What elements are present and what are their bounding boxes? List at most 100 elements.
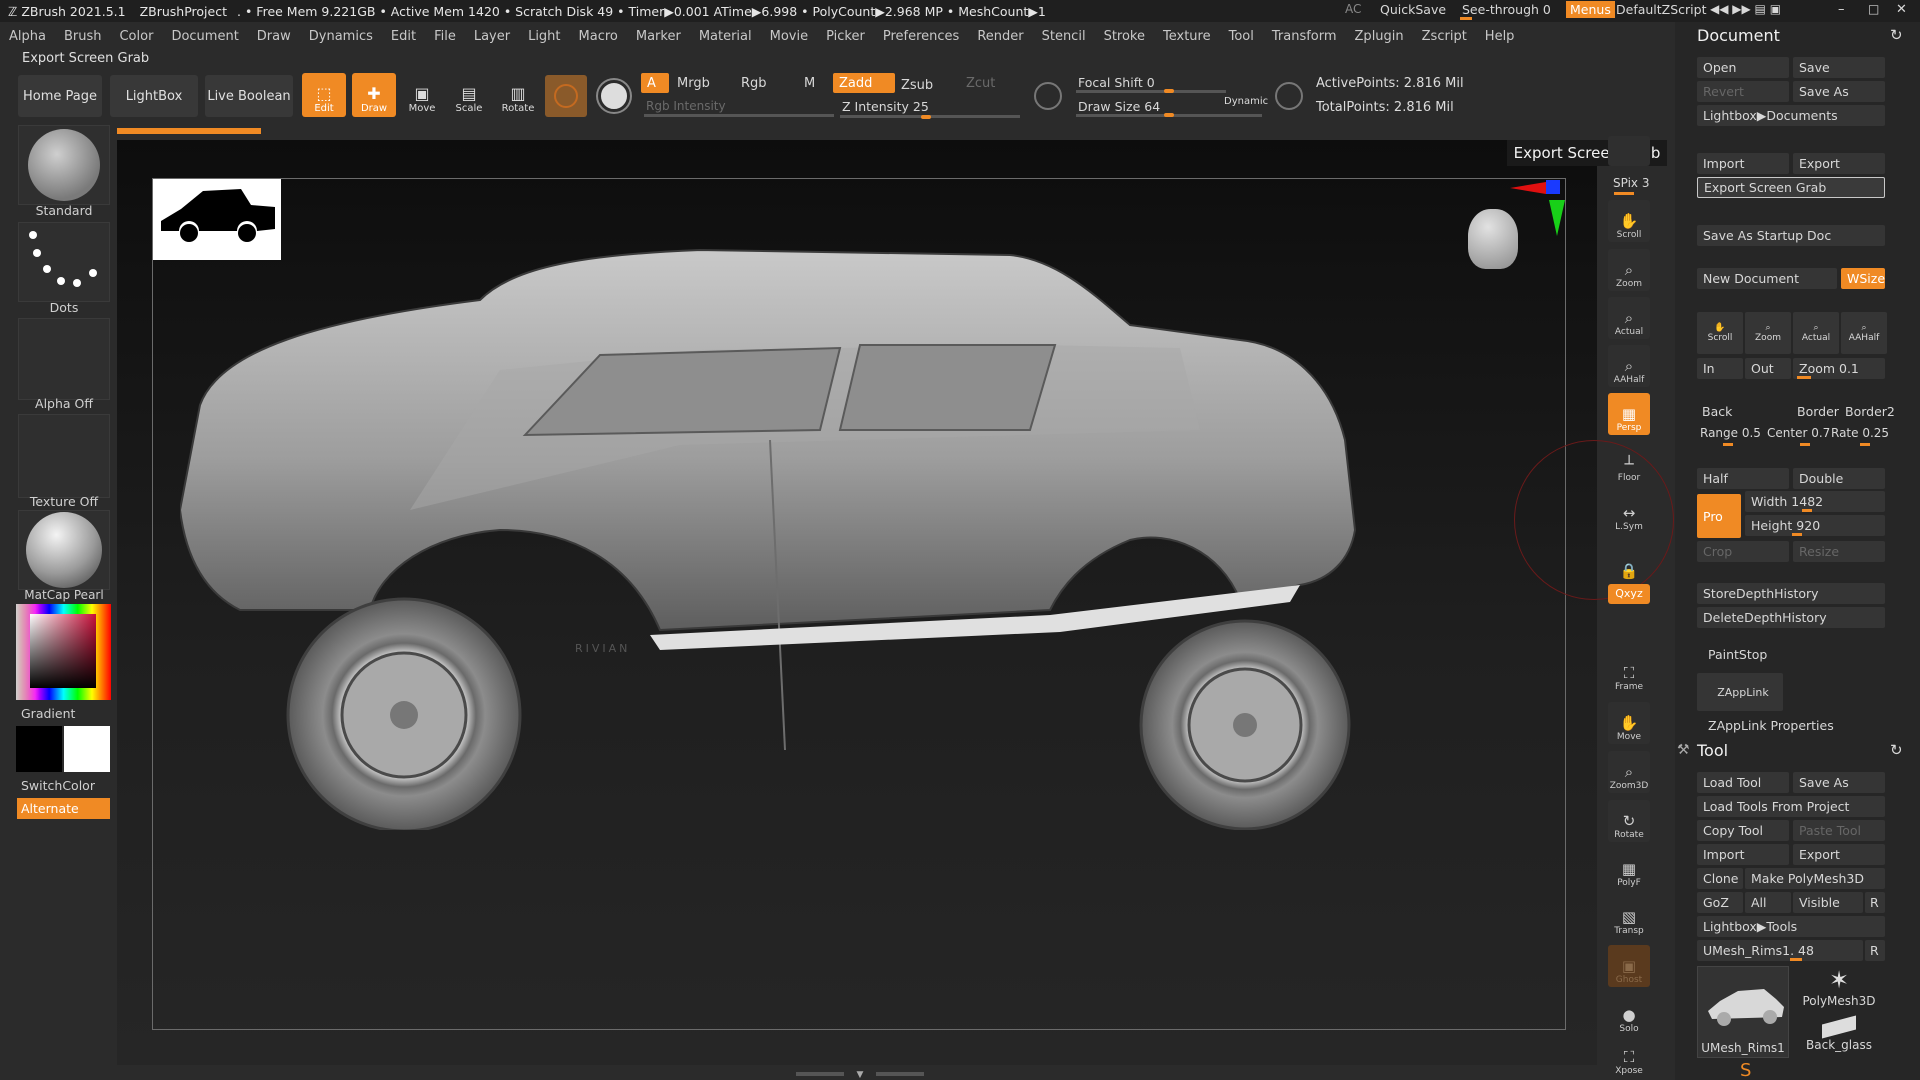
width-knob[interactable]: [1802, 509, 1812, 512]
doc-aahalf-button[interactable]: ⌕ AAHalf: [1841, 312, 1887, 354]
a-toggle[interactable]: A: [641, 73, 669, 93]
menu-draw[interactable]: Draw: [257, 29, 291, 44]
goz-r-button[interactable]: R: [1865, 892, 1885, 913]
aahalf-view-button[interactable]: ⌕ AAHalf: [1608, 345, 1650, 387]
default-zscript-button[interactable]: DefaultZScript: [1616, 2, 1707, 17]
menu-stroke[interactable]: Stroke: [1104, 29, 1145, 44]
color-picker[interactable]: [16, 604, 111, 700]
menu-marker[interactable]: Marker: [636, 29, 681, 44]
menu-zscript[interactable]: Zscript: [1422, 29, 1467, 44]
bpr-button[interactable]: [1608, 136, 1650, 166]
menu-help[interactable]: Help: [1485, 29, 1515, 44]
quicksave-button[interactable]: QuickSave: [1380, 2, 1446, 17]
floor-toggle[interactable]: ┴ Floor: [1608, 443, 1650, 485]
z-intensity-knob[interactable]: [921, 115, 931, 119]
lightbox-tools-button[interactable]: Lightbox▶Tools: [1697, 916, 1885, 937]
delete-depth-history-button[interactable]: DeleteDepthHistory: [1697, 607, 1885, 628]
rgb-sphere-icon[interactable]: [598, 80, 630, 112]
ghost-toggle[interactable]: ▣ Ghost: [1608, 945, 1650, 987]
see-through-slider[interactable]: See-through 0: [1462, 2, 1551, 17]
tool-r-button[interactable]: R: [1865, 940, 1885, 961]
lightbox-documents-button[interactable]: Lightbox▶Documents: [1697, 105, 1885, 126]
zcut-toggle[interactable]: Zcut: [960, 73, 1020, 93]
make-polymesh3d-button[interactable]: Make PolyMesh3D: [1745, 868, 1885, 889]
home-page-button[interactable]: Home Page: [18, 75, 102, 117]
move-mode-button[interactable]: ▣ Move: [400, 73, 444, 117]
menu-texture[interactable]: Texture: [1163, 29, 1211, 44]
mrgb-toggle[interactable]: Mrgb: [671, 73, 729, 93]
half-button[interactable]: Half: [1697, 468, 1789, 489]
doc-zoom-button[interactable]: ⌕ Zoom: [1745, 312, 1791, 354]
menu-dynamics[interactable]: Dynamics: [309, 29, 373, 44]
frame-button[interactable]: ⛶ Frame: [1608, 652, 1650, 694]
document-panel-title[interactable]: Document: [1697, 26, 1780, 45]
rgb-intensity-track[interactable]: [644, 114, 834, 117]
wsize-button[interactable]: WSize: [1841, 268, 1885, 289]
draw-size-knob[interactable]: [1164, 113, 1174, 117]
current-tool-slider[interactable]: UMesh_Rims1. 48: [1697, 940, 1863, 961]
border2-color-button[interactable]: Border2: [1845, 404, 1895, 419]
see-through-knob[interactable]: [1460, 17, 1472, 20]
doc-out-button[interactable]: Out: [1745, 358, 1791, 379]
texture-thumbnail[interactable]: [18, 414, 110, 498]
doc-actual-button[interactable]: ⌕ Actual: [1793, 312, 1839, 354]
spix-knob[interactable]: [1614, 192, 1634, 195]
menu-render[interactable]: Render: [977, 29, 1023, 44]
bottom-tray-toggle[interactable]: ▼: [796, 1071, 924, 1080]
menu-edit[interactable]: Edit: [391, 29, 416, 44]
zapplink-button[interactable]: ZAppLink: [1697, 673, 1783, 711]
document-save-as-button[interactable]: Save As: [1793, 81, 1885, 102]
move-view-button[interactable]: ✋ Move: [1608, 702, 1650, 744]
goz-button[interactable]: GoZ: [1697, 892, 1743, 913]
tool-reset-icon[interactable]: ↻: [1890, 741, 1903, 759]
lightbox-button[interactable]: LightBox: [110, 75, 198, 117]
menu-color[interactable]: Color: [119, 29, 153, 44]
material-thumbnail[interactable]: [18, 510, 110, 590]
load-tools-from-project-button[interactable]: Load Tools From Project: [1697, 796, 1885, 817]
alpha-thumbnail[interactable]: [18, 318, 110, 400]
lazymouse-d-icon[interactable]: [1275, 82, 1303, 110]
tool-thumb-polymesh3d[interactable]: ✶ PolyMesh3D: [1793, 966, 1885, 1016]
pro-toggle[interactable]: Pro: [1697, 494, 1741, 538]
switchcolor-button[interactable]: SwitchColor: [18, 778, 110, 793]
document-import-button[interactable]: Import: [1697, 153, 1789, 174]
center-knob[interactable]: [1800, 443, 1810, 446]
document-export-button[interactable]: Export: [1793, 153, 1885, 174]
stroke-thumbnail[interactable]: [18, 222, 110, 302]
doc-scroll-button[interactable]: ✋ Scroll: [1697, 312, 1743, 354]
polyf-toggle[interactable]: ▦ PolyF: [1608, 848, 1650, 890]
z-intensity-slider[interactable]: Z Intensity 25: [836, 96, 1016, 116]
live-boolean-button[interactable]: Live Boolean: [205, 75, 293, 117]
current-tool-knob[interactable]: [1790, 958, 1802, 961]
scroll-view-button[interactable]: ✋ Scroll: [1608, 200, 1650, 242]
menu-alpha[interactable]: Alpha: [9, 29, 46, 44]
scale-mode-button[interactable]: ▤ Scale: [447, 73, 491, 117]
rotate-view-button[interactable]: ↻ Rotate: [1608, 800, 1650, 842]
doc-zoom-knob[interactable]: [1797, 376, 1811, 379]
color-saturation-square[interactable]: [30, 614, 96, 688]
clone-button[interactable]: Clone: [1697, 868, 1743, 889]
zsub-toggle[interactable]: Zsub: [895, 75, 957, 95]
material-sphere-button[interactable]: [545, 75, 587, 117]
height-slider[interactable]: Height 920: [1745, 515, 1885, 536]
document-revert-button[interactable]: Revert: [1697, 81, 1789, 102]
orientation-gizmo[interactable]: [1462, 205, 1526, 287]
rotate-mode-button[interactable]: ▥ Rotate: [496, 73, 540, 117]
menu-document[interactable]: Document: [171, 29, 238, 44]
menu-macro[interactable]: Macro: [579, 29, 618, 44]
minimize-icon[interactable]: –: [1838, 2, 1845, 17]
paste-tool-button[interactable]: Paste Tool: [1793, 820, 1885, 841]
resize-button[interactable]: Resize: [1793, 541, 1885, 562]
solo-toggle[interactable]: ● Solo: [1608, 994, 1650, 1036]
double-button[interactable]: Double: [1793, 468, 1885, 489]
menu-stencil[interactable]: Stencil: [1042, 29, 1086, 44]
draw-size-slider[interactable]: Draw Size 64: [1072, 96, 1222, 116]
zoom3d-button[interactable]: ⌕ Zoom3D: [1608, 751, 1650, 793]
xpose-toggle[interactable]: ⛶ Xpose: [1608, 1040, 1650, 1078]
save-as-startup-doc-button[interactable]: Save As Startup Doc: [1697, 225, 1885, 246]
tool-import-button[interactable]: Import: [1697, 844, 1789, 865]
tool-thumb-umesh-rims[interactable]: UMesh_Rims1: [1697, 966, 1789, 1058]
lock-button[interactable]: 🔒: [1608, 540, 1650, 582]
edit-mode-button[interactable]: ⬚ Edit: [302, 73, 346, 117]
menu-layer[interactable]: Layer: [474, 29, 510, 44]
